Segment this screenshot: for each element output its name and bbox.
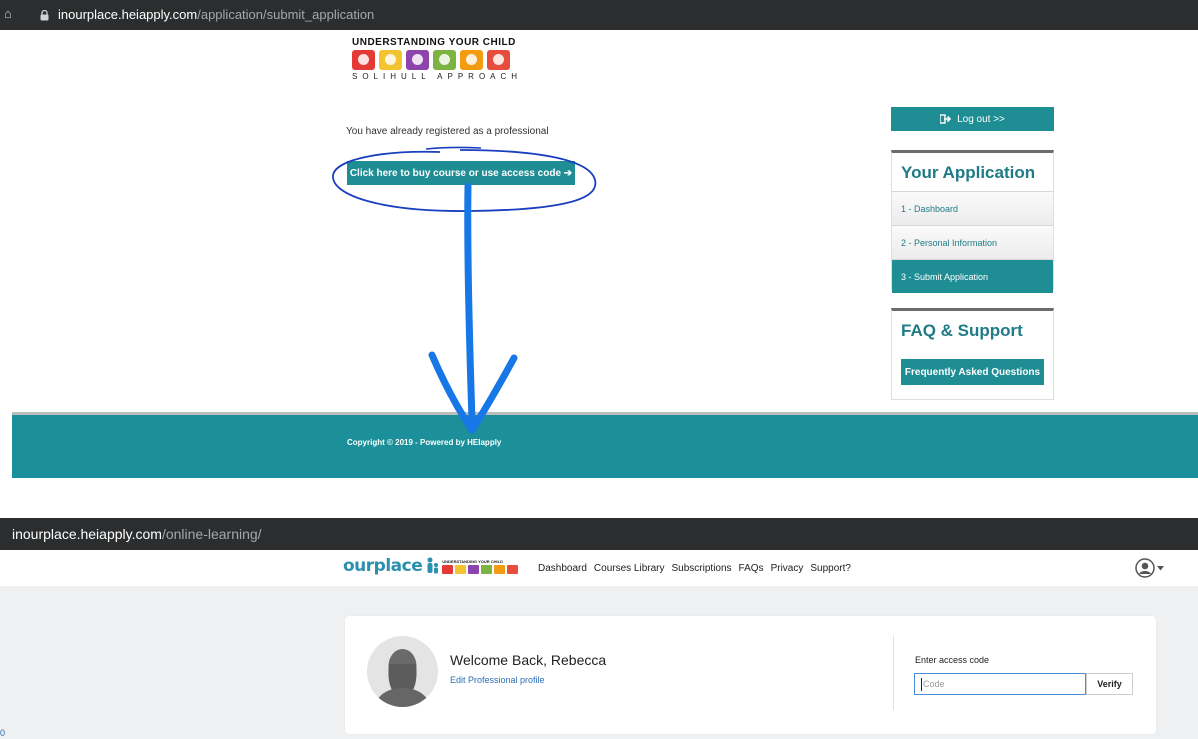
nav-subscriptions[interactable]: Subscriptions — [672, 563, 732, 574]
url-path-bottom: /online-learning/ — [161, 526, 262, 542]
corner-text: 0 — [0, 728, 6, 738]
profile-avatar — [367, 636, 438, 707]
access-code-label: Enter access code — [915, 655, 990, 665]
edit-profile-link[interactable]: Edit Professional profile — [450, 675, 545, 685]
logout-button[interactable]: Log out >> — [891, 107, 1054, 131]
buy-course-button[interactable]: Click here to buy course or use access c… — [347, 161, 575, 185]
footer-top: Copyright © 2019 - Powered by HEIapply — [12, 412, 1198, 478]
url-host-bottom: inourplace.heiapply.com — [12, 526, 162, 542]
access-code-input[interactable]: Code — [914, 673, 1086, 695]
nav-dashboard[interactable]: Dashboard — [538, 563, 587, 574]
card-divider — [893, 636, 894, 710]
nav-item-personal-information[interactable]: 2 - Personal Information — [892, 225, 1053, 259]
ourplace-logo[interactable]: ourplace UNDERSTANDING YOUR CHILD — [343, 556, 519, 576]
annotation-arrow-shaft — [464, 182, 476, 424]
your-application-title: Your Application — [901, 163, 1036, 182]
mini-logo: UNDERSTANDING YOUR CHILD — [442, 558, 519, 574]
faq-button[interactable]: Frequently Asked Questions — [901, 359, 1044, 385]
welcome-card: Welcome Back, Rebecca Edit Professional … — [345, 616, 1156, 734]
mini-logo-text: UNDERSTANDING YOUR CHILD — [442, 558, 503, 564]
faq-support-title: FAQ & Support — [901, 321, 1023, 340]
your-application-panel: Your Application 1 - Dashboard 2 - Perso… — [891, 150, 1054, 293]
chevron-down-icon — [1157, 565, 1164, 570]
nav-courses-library[interactable]: Courses Library — [594, 563, 665, 574]
nav-privacy[interactable]: Privacy — [771, 563, 804, 574]
faq-support-panel: FAQ & Support Frequently Asked Questions — [891, 308, 1054, 400]
welcome-heading: Welcome Back, Rebecca — [450, 652, 607, 668]
main-nav: Dashboard Courses Library Subscriptions … — [538, 563, 851, 574]
url-text-bottom[interactable]: inourplace.heiapply.com/online-learning/ — [12, 526, 262, 542]
nav-support[interactable]: Support? — [810, 563, 851, 574]
url-host: inourplace.heiapply.com — [58, 7, 198, 22]
logo-line2: SOLIHULL APPROACH — [352, 72, 523, 81]
nav-faqs[interactable]: FAQs — [739, 563, 764, 574]
logo-line1: UNDERSTANDING YOUR CHILD — [352, 37, 516, 48]
registered-message: You have already registered as a profess… — [346, 126, 549, 137]
avatar-silhouette-icon — [375, 649, 430, 707]
lock-icon — [40, 10, 49, 21]
url-text[interactable]: inourplace.heiapply.com/application/subm… — [58, 7, 374, 22]
understanding-your-child-logo: UNDERSTANDING YOUR CHILD SOLIHULL APPROA… — [352, 37, 532, 89]
address-bar-bottom[interactable]: inourplace.heiapply.com/online-learning/ — [0, 518, 1198, 550]
home-icon[interactable]: ⌂ — [4, 6, 12, 21]
annotation-underline — [425, 146, 482, 150]
nav-item-dashboard[interactable]: 1 - Dashboard — [892, 191, 1053, 225]
user-avatar-icon — [1135, 558, 1155, 578]
user-menu[interactable] — [1135, 558, 1164, 578]
brand-name: ourplace — [343, 556, 423, 576]
family-icon — [427, 557, 439, 574]
copyright-text: Copyright © 2019 - Powered by HEIapply — [347, 438, 502, 447]
site-navbar: ourplace UNDERSTANDING YOUR CHILD Dashbo… — [0, 550, 1198, 586]
verify-button[interactable]: Verify — [1086, 673, 1133, 695]
address-bar-top[interactable]: ⌂ inourplace.heiapply.com/application/su… — [0, 0, 1198, 30]
logout-label: Log out >> — [957, 113, 1005, 125]
sign-out-icon — [940, 114, 952, 124]
url-path: /application/submit_application — [197, 7, 375, 22]
logo-faces — [352, 50, 532, 70]
nav-item-submit-application[interactable]: 3 - Submit Application — [892, 259, 1053, 293]
